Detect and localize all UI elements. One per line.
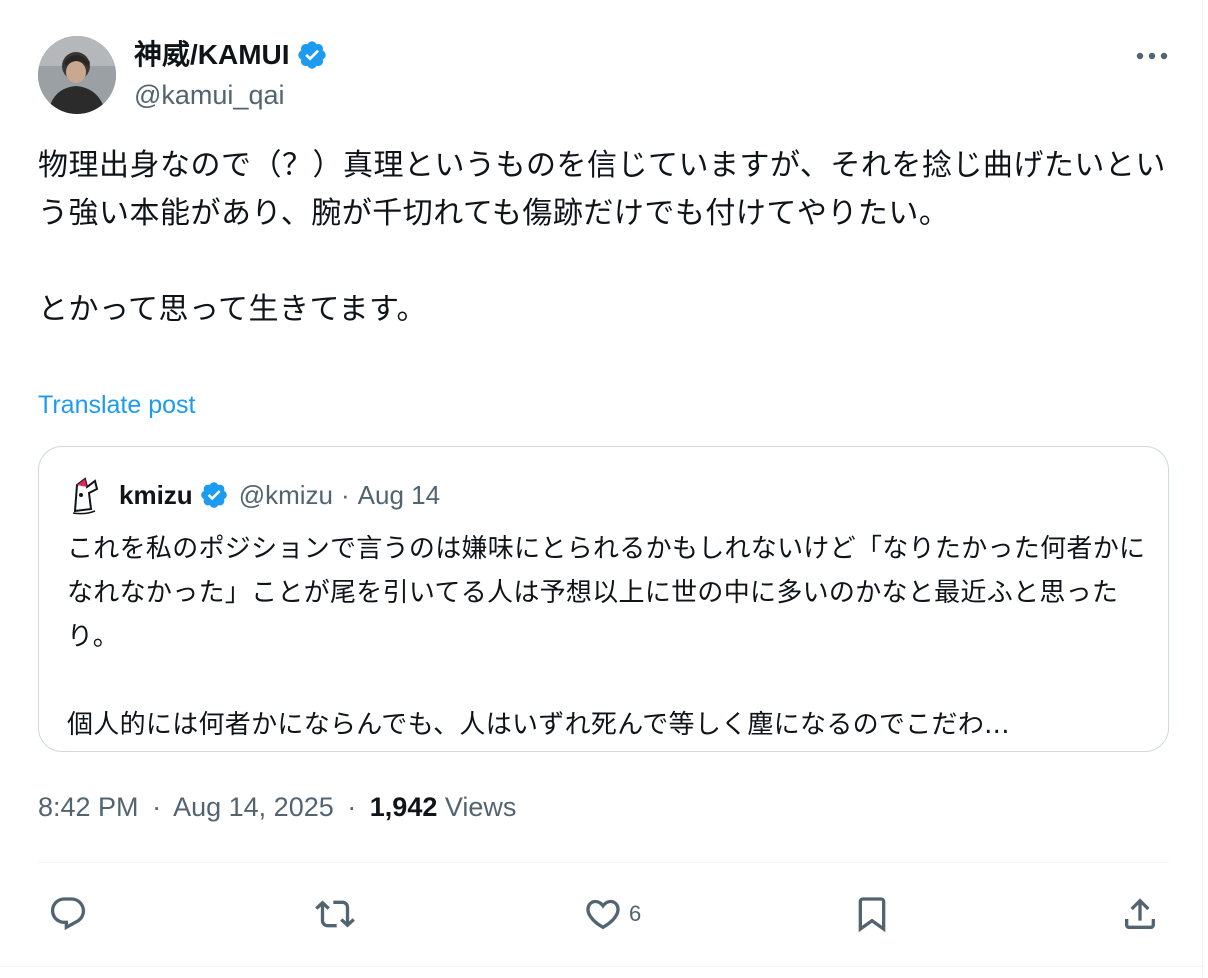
reply-icon bbox=[50, 897, 86, 931]
views-count: 1,942 bbox=[369, 792, 438, 822]
heart-icon bbox=[586, 899, 620, 930]
divider bbox=[38, 862, 1169, 863]
like-count: 6 bbox=[629, 901, 642, 926]
bookmark-icon bbox=[858, 897, 886, 933]
quoted-tweet-header: kmizu @kmizu · Aug 14 bbox=[119, 479, 440, 511]
tweet-detail: 神威/KAMUI @kamui_qai 物理出身なので（？）真理というものを信じ… bbox=[0, 0, 1203, 978]
quoted-separator: · bbox=[340, 480, 350, 510]
more-options-button[interactable] bbox=[1132, 42, 1172, 70]
meta-separator: · bbox=[347, 792, 357, 822]
views-label: Views bbox=[444, 792, 517, 822]
author-display-name[interactable]: 神威/KAMUI bbox=[134, 38, 328, 72]
retweet-icon bbox=[315, 900, 355, 928]
verified-badge-icon bbox=[297, 41, 326, 69]
avatar-photo bbox=[38, 36, 116, 114]
author-handle[interactable]: @kamui_qai bbox=[134, 78, 284, 112]
quoted-author-avatar[interactable] bbox=[65, 475, 107, 517]
tweet-time[interactable]: 8:42 PM bbox=[38, 792, 139, 822]
quoted-date: Aug 14 bbox=[357, 480, 441, 510]
tweet-text: 物理出身なので（？）真理というものを信じていますが、それを捻じ曲げたいという強い… bbox=[38, 148, 1166, 327]
quoted-tweet-text: これを私のポジションで言うのは嫌味にとられるかもしれないけど「なりたかった何者か… bbox=[67, 534, 1146, 740]
quoted-tweet-card[interactable]: kmizu @kmizu · Aug 14 これを私のポジションで言うのは嫌味に… bbox=[38, 446, 1169, 752]
reply-button[interactable] bbox=[48, 892, 88, 936]
retweet-button[interactable] bbox=[315, 892, 355, 936]
share-button[interactable] bbox=[1120, 892, 1160, 936]
verified-badge-icon bbox=[200, 482, 227, 508]
translate-post-link[interactable]: Translate post bbox=[38, 390, 195, 420]
tweet-meta: 8:42 PM · Aug 14, 2025 · 1,942 Views bbox=[38, 790, 516, 824]
meta-separator: · bbox=[152, 792, 162, 822]
share-icon bbox=[1125, 898, 1155, 929]
bottom-divider bbox=[0, 966, 1203, 967]
like-button[interactable]: 6 bbox=[583, 892, 641, 936]
author-name-text: 神威/KAMUI bbox=[134, 39, 290, 70]
more-horizontal-icon bbox=[1136, 52, 1168, 60]
quoted-author-handle: @kmizu bbox=[238, 480, 333, 510]
author-avatar[interactable] bbox=[38, 36, 116, 114]
bookmark-button[interactable] bbox=[852, 892, 892, 936]
quoted-author-name[interactable]: kmizu bbox=[119, 479, 193, 511]
tweet-date[interactable]: Aug 14, 2025 bbox=[173, 792, 334, 822]
